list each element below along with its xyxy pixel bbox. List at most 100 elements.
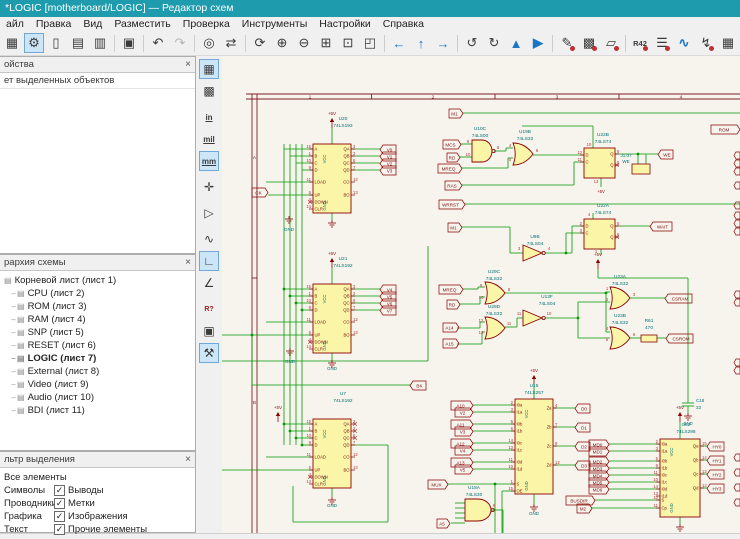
filter-option-Проводники[interactable]: Проводники	[4, 498, 57, 509]
sheet-icon: ▤	[17, 406, 25, 415]
filter-option-Прочие элементы[interactable]: Прочие элементы	[68, 524, 147, 535]
schematic-canvas[interactable]: 15 A 1 B 10 C 9 D 11 LOAD 5 UP 4 DOWN 14 CLR 3 QA 2 QB 6 QC 7 Q…	[222, 56, 740, 533]
close-icon[interactable]: ×	[185, 59, 191, 70]
schematic-text: QC	[343, 301, 349, 306]
zoom-objects-button[interactable]: ⊡	[338, 33, 358, 53]
menu-item-Проверка[interactable]: Проверка	[177, 18, 236, 30]
filter-row: Символы ✓ Выводы	[4, 484, 195, 497]
update-pcb-button[interactable]: ↯	[696, 33, 716, 53]
menu-item-Правка[interactable]: Правка	[30, 18, 77, 30]
find-replace-button[interactable]: ⇄	[221, 33, 241, 53]
properties-panel-button[interactable]: ⚒	[199, 343, 219, 363]
clipped-net-label	[733, 358, 740, 367]
checkbox-Метки[interactable]: ✓	[54, 498, 65, 509]
zoom-in-button[interactable]: ⊕	[272, 33, 292, 53]
nav-up-button[interactable]: ↑	[411, 33, 431, 53]
save-button[interactable]: ▦	[2, 33, 22, 53]
tree-guide: –	[11, 406, 16, 415]
schematic-text: U18A	[468, 485, 481, 491]
zoom-selection-button[interactable]: ◰	[360, 33, 380, 53]
units-inches-button[interactable]: in	[199, 107, 219, 127]
window-titlebar[interactable]: *LOGIC [motherboard/LOGIC] — Редактор сх…	[0, 0, 740, 17]
sheet-item-label: External (лист 8)	[27, 366, 100, 377]
sheet-item-External[interactable]: – ▤ External (лист 8)	[0, 365, 195, 378]
filter-option-Символы[interactable]: Символы	[4, 485, 54, 496]
sheet-item-RAM[interactable]: – ▤ RAM (лист 4)	[0, 313, 195, 326]
schematic-text: 74LS193	[333, 123, 353, 129]
checkbox-Прочие элементы[interactable]: ✓	[54, 524, 65, 535]
hidden-pins-button[interactable]: ▷	[199, 203, 219, 223]
units-mm-button[interactable]: mm	[199, 151, 219, 171]
mirror-vertical-button[interactable]: ▲	[506, 33, 526, 53]
sheet-item-SNP[interactable]: – ▤ SNP (лист 5)	[0, 326, 195, 339]
sheet-item-RESET[interactable]: – ▤ RESET (лист 6)	[0, 339, 195, 352]
sheet-icon: ▤	[17, 341, 25, 350]
refresh-button[interactable]: ⟳	[250, 33, 270, 53]
nav-forward-button[interactable]: →	[433, 33, 453, 53]
tree-guide: –	[11, 341, 16, 350]
schematic-text: 5	[511, 419, 514, 424]
schematic-text: 6	[511, 426, 514, 431]
sheet-item-LOGIC[interactable]: – ▤ LOGIC (лист 7)	[0, 352, 195, 365]
redo-button[interactable]: ↷	[170, 33, 190, 53]
rotate-cw-button[interactable]: ↻	[484, 33, 504, 53]
menu-item-Вид[interactable]: Вид	[77, 18, 108, 30]
schematic-text: 6	[536, 148, 539, 153]
print-button[interactable]: ▤	[68, 33, 88, 53]
grid-visible-button[interactable]: ▦	[199, 59, 219, 79]
sheet-item-Корневой[interactable]: ▤ Корневой лист (лист 1)	[0, 274, 195, 287]
nav-back-button[interactable]: ←	[389, 33, 409, 53]
mirror-horizontal-button[interactable]: ▶	[528, 33, 548, 53]
filter-option-Метки[interactable]: Метки	[68, 498, 95, 509]
selection-filter-title: льтр выделения	[4, 454, 75, 465]
menu-item-айл[interactable]: айл	[0, 18, 30, 30]
checkbox-Изображения[interactable]: ✓	[54, 511, 65, 522]
hierarchy-navigator-button[interactable]: ▣	[199, 321, 219, 341]
sheet-item-Video[interactable]: – ▤ Video (лист 9)	[0, 378, 195, 391]
zoom-out-button[interactable]: ⊖	[294, 33, 314, 53]
fields-table-button[interactable]: ▦	[718, 33, 738, 53]
assign-footprints-button[interactable]: ▱	[601, 33, 621, 53]
free-angle-wires-button[interactable]: ∿	[199, 229, 219, 249]
cursor-shape-button[interactable]: ✛	[199, 177, 219, 197]
grid-off-button[interactable]: ▩	[199, 81, 219, 101]
edit-symbols-button[interactable]: ✎	[557, 33, 577, 53]
menu-item-Инструменты[interactable]: Инструменты	[236, 18, 313, 30]
paste-button[interactable]: ▣	[119, 33, 139, 53]
wires-45-button[interactable]: ∠	[199, 273, 219, 293]
hidden-fields-button[interactable]: R?	[199, 299, 219, 319]
find-button[interactable]: ◎	[199, 33, 219, 53]
print-preview-button[interactable]: ▯	[46, 33, 66, 53]
plot-button[interactable]: ▥	[90, 33, 110, 53]
sheet-item-Audio[interactable]: – ▤ Audio (лист 10)	[0, 391, 195, 404]
sheet-item-BDI[interactable]: – ▤ BDI (лист 11)	[0, 404, 195, 417]
annotate-button[interactable]: R42	[630, 33, 650, 53]
menu-item-Справка[interactable]: Справка	[377, 18, 430, 30]
properties-panel-title: ойства	[4, 59, 34, 70]
schematic-text: 9	[309, 440, 312, 445]
checkbox-Выводы[interactable]: ✓	[54, 485, 65, 496]
filter-option-Изображения[interactable]: Изображения	[68, 511, 128, 522]
schematic-drawing[interactable]: 15A1B10C9D11LOAD5UP4DOWN14CLR3QA2QB6QC7Q…	[222, 56, 740, 533]
undo-button[interactable]: ↶	[148, 33, 168, 53]
filter-all-items[interactable]: Все элементы	[4, 471, 195, 484]
rotate-ccw-button[interactable]: ↺	[462, 33, 482, 53]
menu-item-Настройки[interactable]: Настройки	[313, 18, 377, 30]
close-icon[interactable]: ×	[185, 454, 191, 465]
zoom-fit-button[interactable]: ⊞	[316, 33, 336, 53]
units-mils-button[interactable]: mil	[199, 129, 219, 149]
filter-option-Графика[interactable]: Графика	[4, 511, 54, 522]
menu-item-Разместить[interactable]: Разместить	[108, 18, 176, 30]
simulator-button[interactable]: ∿	[674, 33, 694, 53]
filter-option-Выводы[interactable]: Выводы	[68, 485, 104, 496]
properties-panel-header: ойства ×	[0, 57, 195, 73]
sheet-item-ROM[interactable]: – ▤ ROM (лист 3)	[0, 300, 195, 313]
filter-option-Текст[interactable]: Текст	[4, 524, 54, 535]
rules-checker-button[interactable]: ☰	[652, 33, 672, 53]
sheet-item-CPU[interactable]: – ▤ CPU (лист 2)	[0, 287, 195, 300]
hv-wires-button[interactable]: ∟	[199, 251, 219, 271]
close-icon[interactable]: ×	[185, 257, 191, 268]
schematic-text: C18	[696, 398, 705, 403]
page-settings-button[interactable]: ⚙	[24, 33, 44, 53]
erc-button[interactable]: ▩	[579, 33, 599, 53]
